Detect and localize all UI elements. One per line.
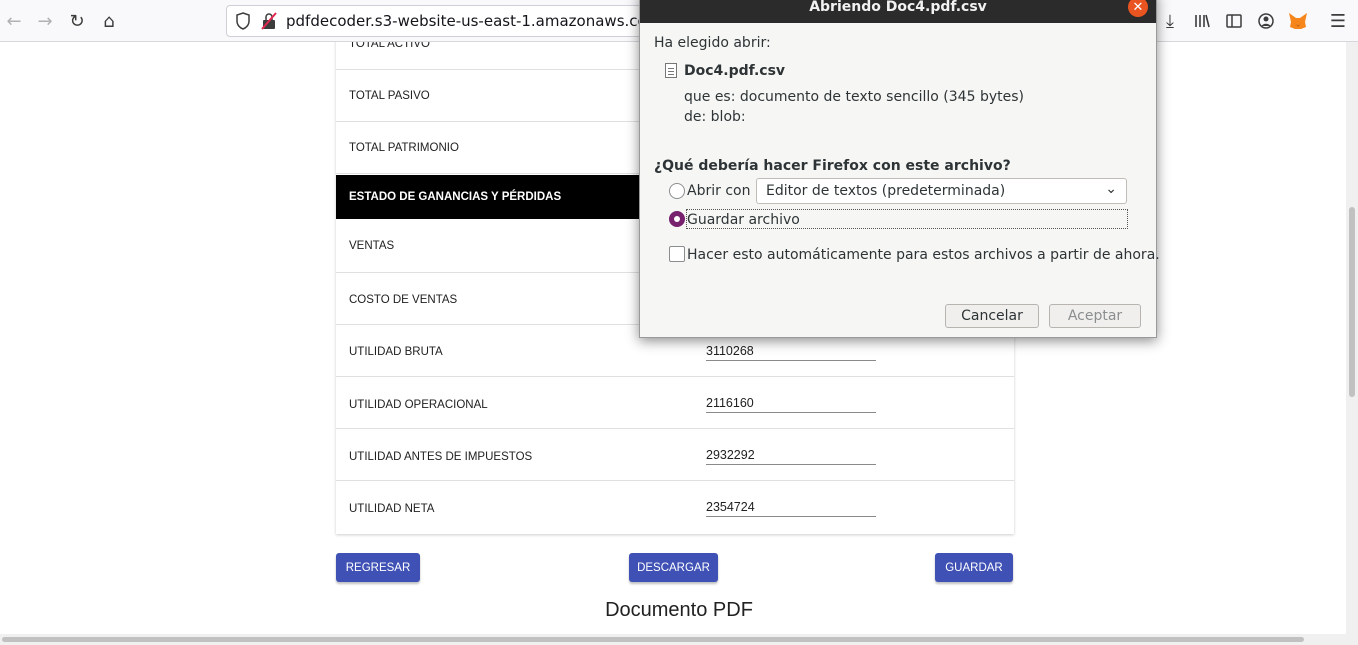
file-name: Doc4.pdf.csv	[684, 63, 786, 79]
back-button[interactable]: REGRESAR	[336, 553, 420, 582]
downloads-icon[interactable]: ⤓	[1156, 7, 1184, 35]
row-label: VENTAS	[349, 240, 395, 252]
row-value-input[interactable]: 2354724	[706, 500, 876, 517]
document-heading: Documento PDF	[605, 599, 753, 621]
scrollbar-thumb[interactable]	[1349, 207, 1355, 397]
tracking-shield-icon[interactable]	[235, 12, 251, 30]
accept-button[interactable]: Aceptar	[1049, 304, 1141, 328]
row-label: UTILIDAD NETA	[349, 503, 435, 515]
home-icon[interactable]: ⌂	[95, 7, 123, 35]
row-value-input[interactable]: 2932292	[706, 448, 876, 465]
row-label: COSTO DE VENTAS	[349, 294, 458, 306]
table-row: UTILIDAD ANTES DE IMPUESTOS 2932292	[336, 429, 1014, 481]
metamask-fox-icon[interactable]	[1284, 7, 1312, 35]
sidebar-icon[interactable]	[1220, 7, 1248, 35]
table-row: UTILIDAD NETA 2354724	[336, 481, 1014, 534]
url-bar[interactable]: pdfdecoder.s3-website-us-east-1.amazonaw…	[226, 5, 661, 37]
open-with-select[interactable]: Editor de textos (predeterminada) ⌄	[756, 178, 1127, 204]
row-label: TOTAL ACTIVO	[349, 42, 430, 50]
file-type: que es: documento de texto sencillo (345…	[684, 89, 1024, 105]
download-dialog: Abriendo Doc4.pdf.csv ✕ Ha elegido abrir…	[639, 0, 1160, 338]
open-with-value: Editor de textos (predeterminada)	[766, 183, 1006, 199]
chevron-down-icon: ⌄	[1105, 181, 1117, 197]
back-icon[interactable]: ←	[0, 7, 28, 35]
file-source: de: blob:	[684, 109, 746, 125]
auto-checkbox[interactable]	[669, 246, 685, 262]
scrollbar-thumb[interactable]	[2, 637, 1304, 642]
open-with-radio[interactable]	[669, 183, 685, 199]
save-file-radio[interactable]	[669, 211, 685, 227]
reload-icon[interactable]: ↻	[63, 7, 91, 35]
row-value-input[interactable]: 3110268	[706, 344, 876, 361]
url-text: pdfdecoder.s3-website-us-east-1.amazonaw…	[286, 12, 662, 30]
row-value-input[interactable]: 2116160	[706, 396, 876, 413]
file-icon	[665, 63, 677, 78]
row-label: UTILIDAD BRUTA	[349, 346, 443, 358]
insecure-lock-icon[interactable]	[261, 12, 277, 30]
section-header-label: ESTADO DE GANANCIAS Y PÉRDIDAS	[349, 191, 562, 203]
save-file-label[interactable]: Guardar archivo	[687, 212, 800, 228]
dialog-question: ¿Qué debería hacer Firefox con este arch…	[654, 158, 1011, 174]
menu-icon[interactable]: ☰	[1324, 7, 1352, 35]
row-label: TOTAL PASIVO	[349, 90, 430, 102]
library-icon[interactable]	[1188, 7, 1216, 35]
auto-label[interactable]: Hacer esto automáticamente para estos ar…	[687, 247, 1160, 263]
dialog-title: Abriendo Doc4.pdf.csv	[640, 0, 1156, 23]
row-label: TOTAL PATRIMONIO	[349, 142, 459, 154]
download-button[interactable]: DESCARGAR	[629, 553, 718, 582]
account-icon[interactable]	[1252, 7, 1280, 35]
cancel-button[interactable]: Cancelar	[945, 304, 1039, 328]
dialog-intro: Ha elegido abrir:	[654, 35, 771, 51]
forward-icon[interactable]: →	[31, 7, 59, 35]
vertical-scrollbar[interactable]	[1346, 42, 1358, 636]
save-button[interactable]: GUARDAR	[935, 553, 1013, 582]
horizontal-scrollbar[interactable]	[0, 634, 1358, 645]
open-with-label[interactable]: Abrir con	[687, 183, 750, 199]
row-label: UTILIDAD OPERACIONAL	[349, 399, 488, 411]
table-row: UTILIDAD OPERACIONAL 2116160	[336, 377, 1014, 429]
row-label: UTILIDAD ANTES DE IMPUESTOS	[349, 451, 533, 463]
